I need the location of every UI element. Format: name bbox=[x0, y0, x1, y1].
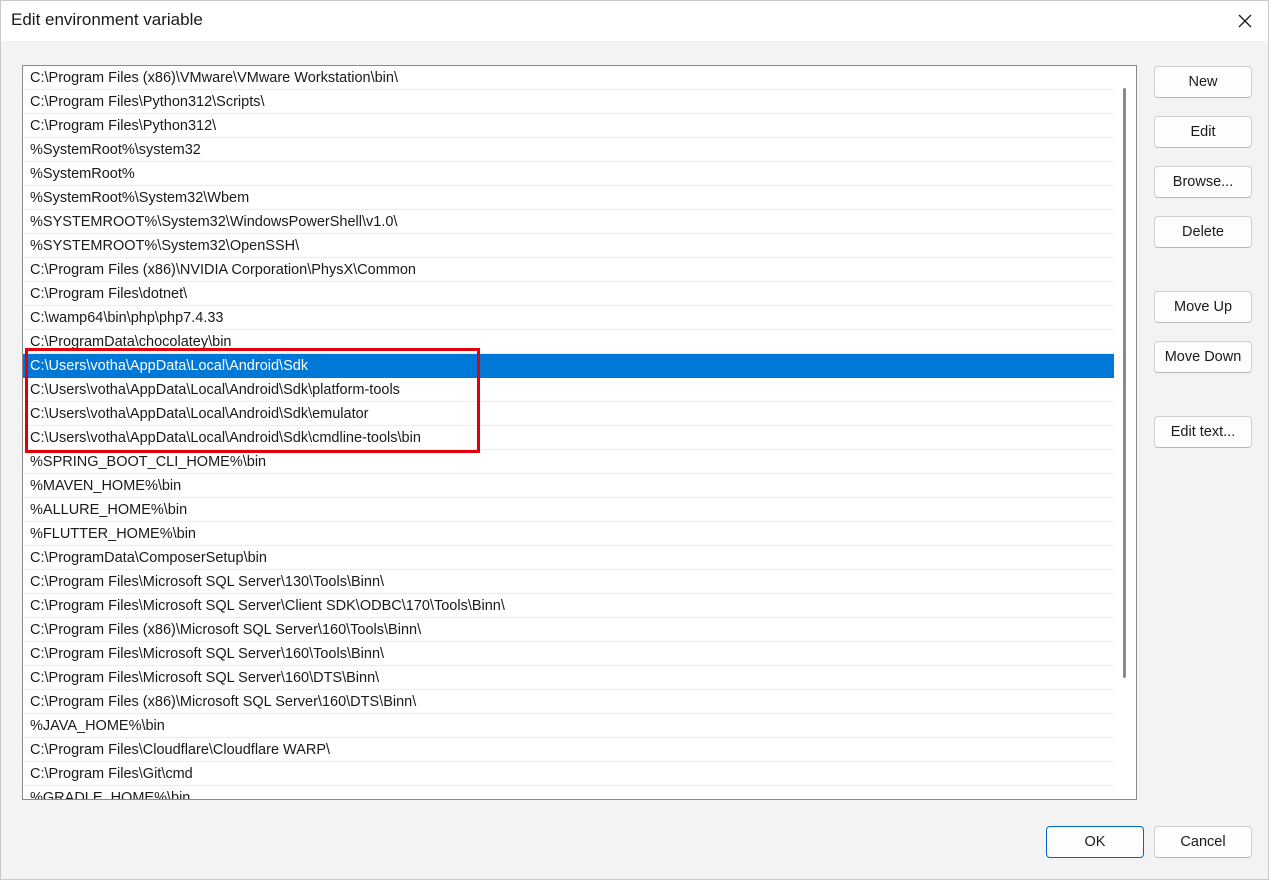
path-list-item[interactable]: C:\ProgramData\chocolatey\bin bbox=[23, 330, 1115, 354]
path-list-rows: C:\Program Files (x86)\VMware\VMware Wor… bbox=[23, 66, 1115, 799]
title-bar: Edit environment variable bbox=[1, 1, 1268, 41]
path-list-item[interactable]: %FLUTTER_HOME%\bin bbox=[23, 522, 1115, 546]
path-list-item[interactable]: %SystemRoot% bbox=[23, 162, 1115, 186]
path-list-item[interactable]: C:\Program Files (x86)\VMware\VMware Wor… bbox=[23, 66, 1115, 90]
path-list-item[interactable]: C:\Program Files (x86)\Microsoft SQL Ser… bbox=[23, 690, 1115, 714]
path-list-item[interactable]: %JAVA_HOME%\bin bbox=[23, 714, 1115, 738]
path-list-item[interactable]: C:\Program Files (x86)\NVIDIA Corporatio… bbox=[23, 258, 1115, 282]
edit-text-button[interactable]: Edit text... bbox=[1154, 416, 1252, 448]
move-down-button[interactable]: Move Down bbox=[1154, 341, 1252, 373]
path-list-item[interactable]: C:\Users\votha\AppData\Local\Android\Sdk… bbox=[23, 426, 1115, 450]
path-list[interactable]: C:\Program Files (x86)\VMware\VMware Wor… bbox=[22, 65, 1137, 800]
scrollbar-thumb[interactable] bbox=[1123, 88, 1126, 678]
path-list-item[interactable]: C:\ProgramData\ComposerSetup\bin bbox=[23, 546, 1115, 570]
path-list-item[interactable]: C:\Program Files\Cloudflare\Cloudflare W… bbox=[23, 738, 1115, 762]
path-list-item[interactable]: C:\Program Files (x86)\Microsoft SQL Ser… bbox=[23, 618, 1115, 642]
path-list-item[interactable]: C:\Program Files\Microsoft SQL Server\Cl… bbox=[23, 594, 1115, 618]
path-list-item[interactable]: C:\Program Files\Microsoft SQL Server\16… bbox=[23, 666, 1115, 690]
edit-environment-variable-dialog: Edit environment variable C:\Program Fil… bbox=[0, 0, 1269, 880]
path-list-item[interactable]: %ALLURE_HOME%\bin bbox=[23, 498, 1115, 522]
path-list-item[interactable]: C:\Users\votha\AppData\Local\Android\Sdk… bbox=[23, 402, 1115, 426]
path-list-item[interactable]: %SYSTEMROOT%\System32\OpenSSH\ bbox=[23, 234, 1115, 258]
path-list-item[interactable]: C:\Users\votha\AppData\Local\Android\Sdk… bbox=[23, 378, 1115, 402]
ok-button[interactable]: OK bbox=[1046, 826, 1144, 858]
path-list-item[interactable]: C:\Program Files\Microsoft SQL Server\13… bbox=[23, 570, 1115, 594]
path-list-item[interactable]: C:\Program Files\dotnet\ bbox=[23, 282, 1115, 306]
path-list-item[interactable]: C:\wamp64\bin\php\php7.4.33 bbox=[23, 306, 1115, 330]
path-list-item[interactable]: C:\Users\votha\AppData\Local\Android\Sdk bbox=[23, 354, 1115, 378]
cancel-button[interactable]: Cancel bbox=[1154, 826, 1252, 858]
path-list-item[interactable]: %MAVEN_HOME%\bin bbox=[23, 474, 1115, 498]
delete-button[interactable]: Delete bbox=[1154, 216, 1252, 248]
path-list-item[interactable]: %SPRING_BOOT_CLI_HOME%\bin bbox=[23, 450, 1115, 474]
dialog-title: Edit environment variable bbox=[11, 10, 203, 29]
close-icon bbox=[1238, 14, 1252, 28]
path-list-item[interactable]: C:\Program Files\Git\cmd bbox=[23, 762, 1115, 786]
path-list-item[interactable]: %SYSTEMROOT%\System32\WindowsPowerShell\… bbox=[23, 210, 1115, 234]
browse-button[interactable]: Browse... bbox=[1154, 166, 1252, 198]
move-up-button[interactable]: Move Up bbox=[1154, 291, 1252, 323]
new-button[interactable]: New bbox=[1154, 66, 1252, 98]
edit-button[interactable]: Edit bbox=[1154, 116, 1252, 148]
path-list-item[interactable]: C:\Program Files\Python312\Scripts\ bbox=[23, 90, 1115, 114]
path-list-item[interactable]: C:\Program Files\Python312\ bbox=[23, 114, 1115, 138]
path-list-item[interactable]: %SystemRoot%\system32 bbox=[23, 138, 1115, 162]
path-list-item[interactable]: %GRADLE_HOME%\bin bbox=[23, 786, 1115, 799]
vertical-scrollbar[interactable] bbox=[1114, 66, 1136, 799]
path-list-item[interactable]: %SystemRoot%\System32\Wbem bbox=[23, 186, 1115, 210]
close-button[interactable] bbox=[1222, 1, 1268, 41]
path-list-item[interactable]: C:\Program Files\Microsoft SQL Server\16… bbox=[23, 642, 1115, 666]
